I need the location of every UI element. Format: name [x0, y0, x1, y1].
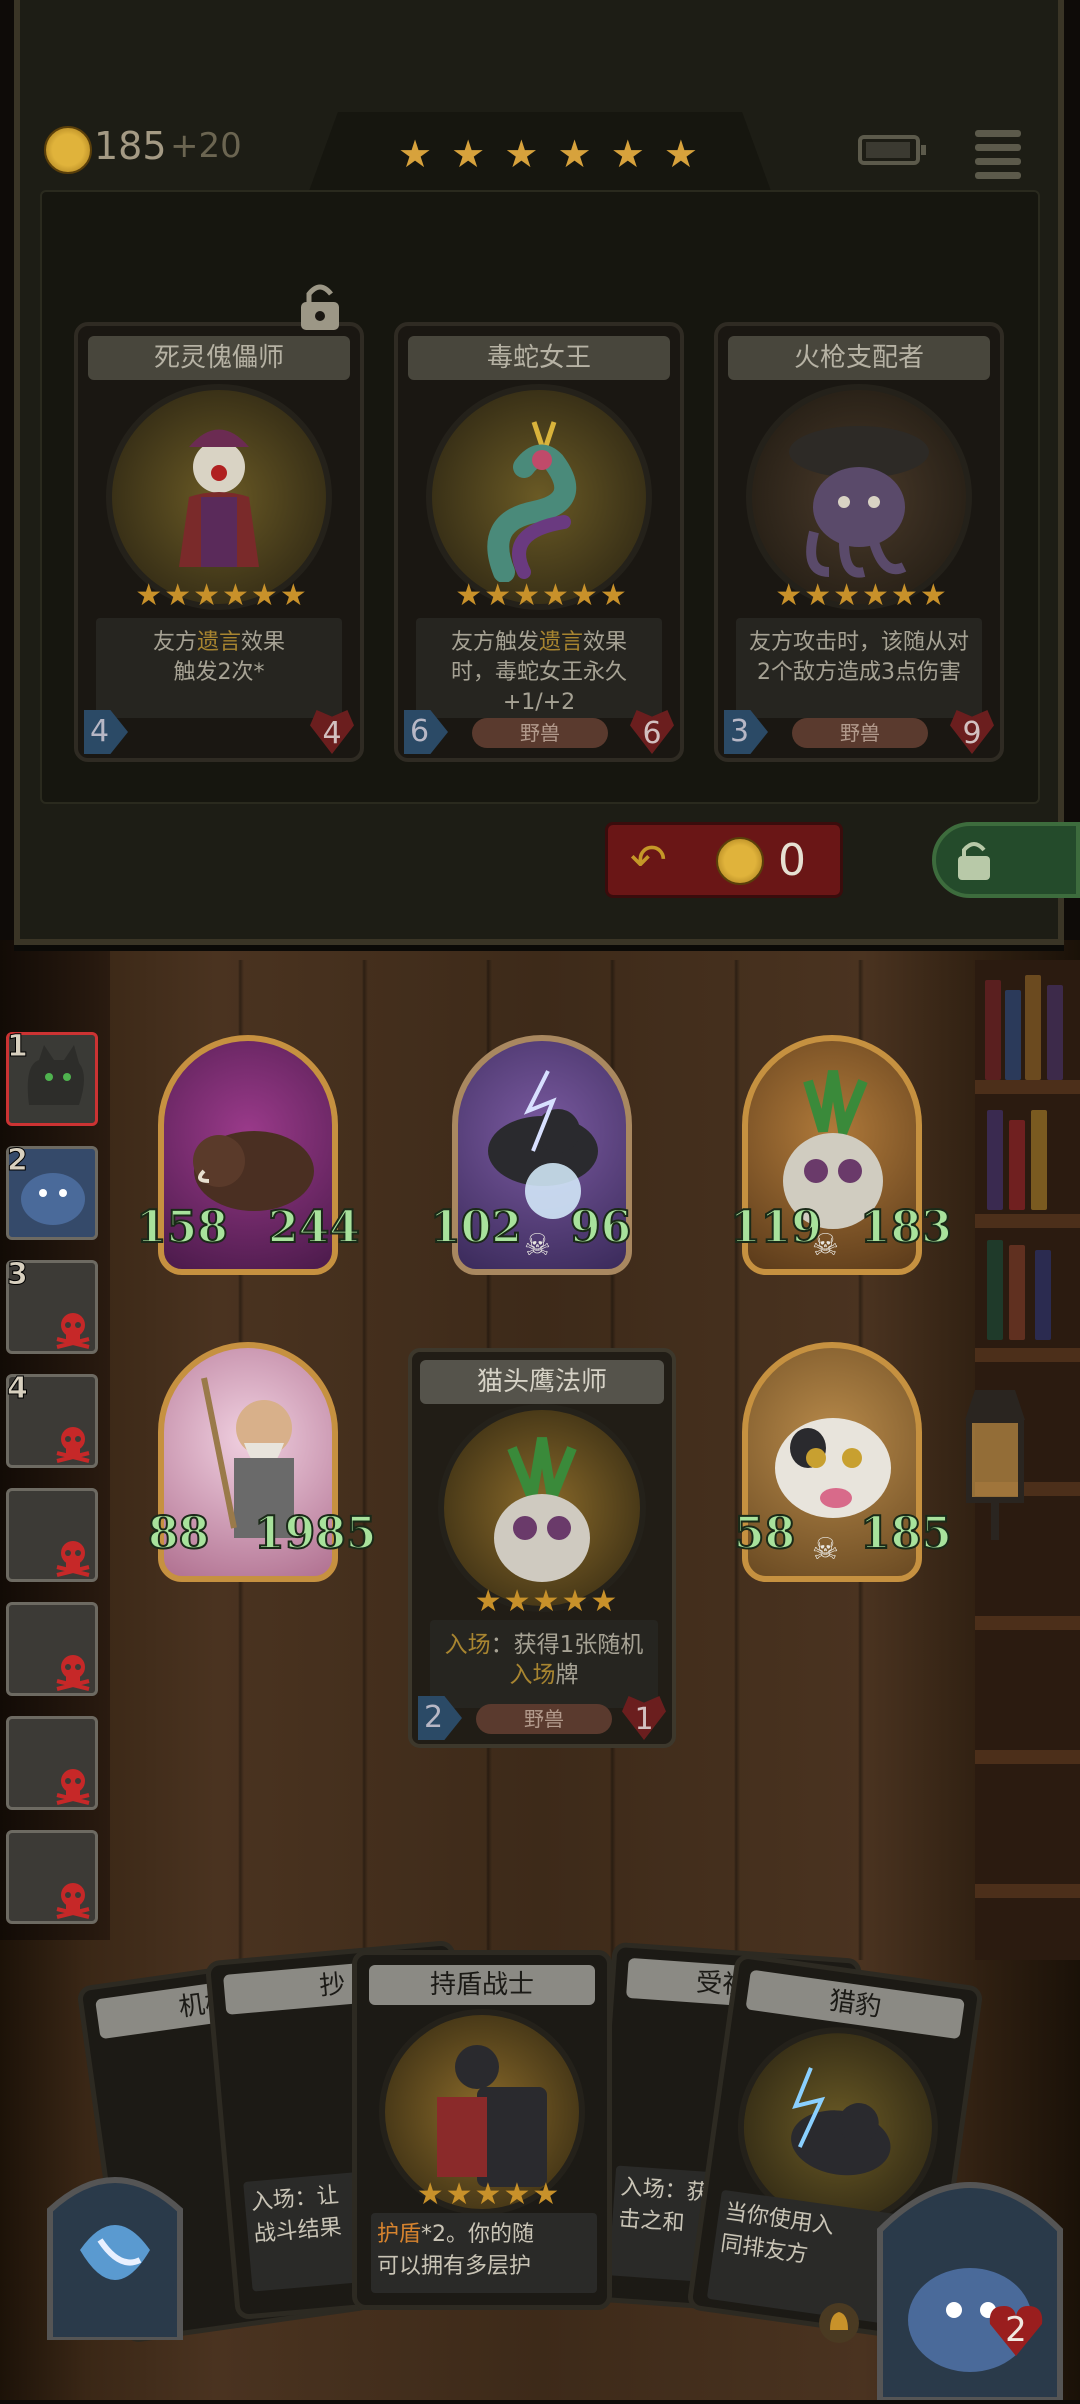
- puppet-jester-icon: [106, 384, 332, 610]
- opponent-slot[interactable]: 4: [6, 1371, 98, 1468]
- player-portrait[interactable]: [870, 2150, 1070, 2403]
- minion-health: 1985: [253, 1507, 377, 1560]
- player-health-value: 2: [1005, 2310, 1027, 2350]
- player-health: 2: [986, 2300, 1046, 2360]
- deathrattle-skull-icon: ☠: [812, 1532, 839, 1567]
- opponent-rank: 3: [7, 1257, 29, 1293]
- card-description: 友方攻击时，该随从对 2个敌方造成3点伤害: [736, 618, 982, 718]
- hand-card[interactable]: 持盾战士 ★★★★★ 护盾*2。你的随 可以拥有多层护: [352, 1950, 612, 2310]
- refresh-icon: ↶: [630, 835, 667, 886]
- minion-attack: 158: [135, 1201, 229, 1254]
- lock-icon: [958, 842, 990, 880]
- card-stars: ★★★★★: [416, 2177, 560, 2212]
- owl-mage-icon: [438, 1404, 646, 1612]
- bell-icon[interactable]: [816, 2300, 862, 2346]
- minion-health: 183: [859, 1201, 953, 1254]
- opponent-slot[interactable]: [6, 1488, 98, 1582]
- card-stars: ★★★★★: [474, 1584, 618, 1619]
- minion-health: 96: [569, 1201, 632, 1254]
- star-icon: ★: [451, 132, 486, 176]
- opponent-slot[interactable]: 1: [6, 1029, 98, 1126]
- serpent-queen-icon: [426, 384, 652, 610]
- minion-attack: 119: [729, 1201, 823, 1254]
- minion-health: 244: [267, 1201, 361, 1254]
- deathrattle-skull-icon: ☠: [812, 1228, 839, 1263]
- card-stars: ★★★★★★: [455, 578, 627, 613]
- tribe-tag: 野兽: [792, 718, 928, 748]
- gold-coin-icon: [44, 126, 92, 174]
- opponent-slot[interactable]: [6, 1602, 98, 1696]
- card-description: 友方触发遗言效果 时，毒蛇女王永久+1/+2: [416, 618, 662, 718]
- gold-income: +20: [170, 126, 242, 166]
- opponent-slot[interactable]: [6, 1830, 98, 1924]
- star-icon: ★: [663, 132, 698, 176]
- shop-card[interactable]: 毒蛇女王 ★★★★★★ 友方触发遗言效果 时，毒蛇女王永久+1/+2 6 野兽 6: [394, 322, 684, 762]
- card-stars: ★★★★★★: [775, 578, 947, 613]
- shop-card[interactable]: 死灵傀儡师 ★★★★★★ 友方遗言效果 触发2次* 4 4: [74, 322, 364, 762]
- minion-attack: 58: [733, 1507, 796, 1560]
- freeze-shop-button[interactable]: [932, 822, 1080, 898]
- octopus-pirate-icon: [746, 384, 972, 610]
- tribe-tag: 野兽: [476, 1704, 612, 1734]
- skull-eliminated-icon: [56, 1655, 90, 1691]
- skull-eliminated-icon: [56, 1769, 90, 1805]
- shop-card[interactable]: 火枪支配者 ★★★★★★ 友方攻击时，该随从对 2个敌方造成3点伤害 3 野兽 9: [714, 322, 1004, 762]
- tavern-tier-stars: ★ ★ ★ ★ ★ ★: [398, 135, 698, 173]
- card-description: 友方遗言效果 触发2次*: [96, 618, 342, 718]
- skull-eliminated-icon: [56, 1883, 90, 1919]
- card-description: 护盾*2。你的随 可以拥有多层护: [371, 2213, 597, 2293]
- minion-attack: 102: [429, 1201, 523, 1254]
- card-name: 火枪支配者: [728, 336, 990, 380]
- opponent-rank: 1: [7, 1029, 29, 1065]
- opponent-rank: 4: [7, 1371, 29, 1407]
- lock-icon: [297, 280, 343, 332]
- skull-eliminated-icon: [56, 1427, 90, 1463]
- inspected-card[interactable]: 猫头鹰法师 ★★★★★ 入场：获得1张随机 入场牌 2 野兽 1: [408, 1348, 676, 1748]
- star-icon: ★: [398, 132, 433, 176]
- card-name: 持盾战士: [369, 1965, 595, 2005]
- card-name: 毒蛇女王: [408, 336, 670, 380]
- opponent-slot[interactable]: [6, 1716, 98, 1810]
- opponent-slot[interactable]: 2: [6, 1143, 98, 1240]
- minion-health: 185: [859, 1507, 953, 1560]
- star-icon: ★: [557, 132, 592, 176]
- lantern: [955, 1390, 1035, 1540]
- minion-attack: 88: [147, 1507, 210, 1560]
- card-name: 猫头鹰法师: [420, 1360, 664, 1404]
- opponent-rank: 2: [7, 1143, 29, 1179]
- reroll-cost: 0: [778, 835, 806, 886]
- gold-coin-icon: [716, 837, 764, 885]
- star-icon: ★: [610, 132, 645, 176]
- deathrattle-skull-icon: ☠: [524, 1228, 551, 1263]
- menu-icon[interactable]: [970, 126, 1026, 179]
- tribe-tag: 野兽: [472, 718, 608, 748]
- card-description: 入场：获得1张随机 入场牌: [430, 1620, 658, 1708]
- skull-eliminated-icon: [56, 1541, 90, 1577]
- card-name: 死灵傀儡师: [88, 336, 350, 380]
- card-stars: ★★★★★★: [135, 578, 307, 613]
- opponent-slot[interactable]: 3: [6, 1257, 98, 1354]
- hero-power-button[interactable]: [40, 2150, 190, 2343]
- skull-eliminated-icon: [56, 1313, 90, 1349]
- star-icon: ★: [504, 132, 539, 176]
- reroll-button[interactable]: ↶ 0: [605, 822, 843, 898]
- gold-amount: 185: [94, 124, 167, 168]
- battery-icon: [858, 135, 926, 165]
